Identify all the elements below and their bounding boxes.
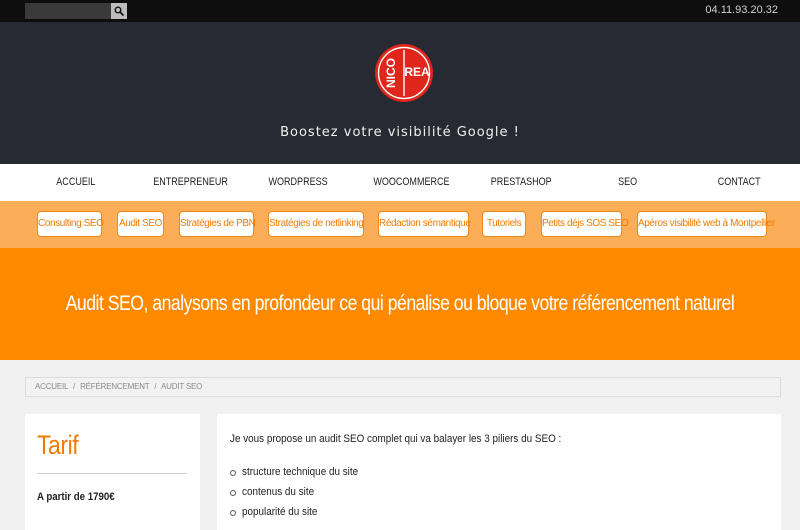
seo-pillars-list: structure technique du site contenus du …	[230, 466, 371, 526]
pricing-title: Tarif	[37, 430, 86, 461]
search-input[interactable]	[25, 3, 111, 19]
nav-item-contact[interactable]: CONTACT	[718, 164, 761, 201]
breadcrumb-item-referencement[interactable]: RÉFÉRENCEMENT	[80, 382, 149, 391]
search-button[interactable]	[111, 3, 127, 19]
subnav-redaction-semantique[interactable]: Rédaction sémantique	[378, 211, 471, 237]
nav-item-seo[interactable]: SEO	[618, 164, 637, 201]
bullet-icon	[230, 470, 236, 476]
breadcrumb-separator: /	[154, 382, 157, 391]
pricing-divider	[37, 473, 187, 474]
pricing-value: A partir de 1790€	[37, 491, 115, 503]
subnav-tutoriels[interactable]: Tutoriels	[482, 211, 526, 237]
list-item-text: popularité du site	[242, 506, 318, 518]
subnav-aperos-visibilite[interactable]: Apéros visibilité web à Montpellier	[637, 211, 775, 237]
page-title-text: Audit SEO, analysons en profondeur ce qu…	[65, 292, 735, 315]
hero-banner: Audit SEO, analysons en profondeur ce qu…	[0, 248, 800, 360]
main-nav: ACCUEIL ENTREPRENEUR WORDPRESS WOOCOMMER…	[0, 164, 800, 201]
pricing-card: Tarif A partir de 1790€	[25, 414, 200, 530]
breadcrumb: ACCUEIL / RÉFÉRENCEMENT / AUDIT SEO	[25, 377, 781, 397]
breadcrumb-trail: ACCUEIL / RÉFÉRENCEMENT / AUDIT SEO	[35, 382, 202, 391]
list-item: popularité du site	[230, 506, 371, 526]
content-intro: Je vous propose un audit SEO complet qui…	[230, 433, 562, 445]
site-header: NICO REA Boostez votre visibilité Google…	[0, 22, 800, 164]
nav-item-entrepreneur[interactable]: ENTREPRENEUR	[153, 164, 228, 201]
site-tagline: Boostez votre visibilité Google !	[280, 125, 520, 140]
bullet-icon	[230, 490, 236, 496]
breadcrumb-item-current: AUDIT SEO	[161, 382, 203, 391]
logo-text-right: REA	[404, 65, 430, 79]
pricing-title-text: Tarif	[37, 430, 79, 460]
list-item: structure technique du site	[230, 466, 371, 486]
top-bar: 04.11.93.20.32	[0, 0, 800, 22]
nav-item-woocommerce[interactable]: WOOCOMMERCE	[373, 164, 449, 201]
phone-number[interactable]: 04.11.93.20.32	[705, 4, 778, 16]
list-item-text: structure technique du site	[242, 466, 359, 478]
subnav-strategies-netlinking[interactable]: Stratégies de netlinking	[268, 211, 364, 237]
subnav-consulting-seo[interactable]: Consulting SEO	[37, 211, 104, 237]
list-item: contenus du site	[230, 486, 371, 506]
list-item-text: contenus du site	[242, 486, 315, 498]
page-title: Audit SEO, analysons en profondeur ce qu…	[0, 292, 800, 316]
subnav-audit-seo[interactable]: Audit SEO	[117, 211, 164, 237]
subnav-petits-dejs[interactable]: Petits déjs SOS SEO	[541, 211, 629, 237]
search-icon	[114, 6, 124, 16]
subnav-strategies-pbn[interactable]: Stratégies de PBN	[179, 211, 256, 237]
nav-item-accueil[interactable]: ACCUEIL	[56, 164, 95, 201]
site-logo[interactable]: NICO REA	[374, 42, 434, 104]
breadcrumb-item-accueil[interactable]: ACCUEIL	[35, 382, 68, 391]
search-form	[25, 3, 127, 19]
content-card: Je vous propose un audit SEO complet qui…	[217, 414, 781, 530]
nav-item-wordpress[interactable]: WORDPRESS	[268, 164, 327, 201]
bullet-icon	[230, 510, 236, 516]
nav-item-prestashop[interactable]: PRESTASHOP	[491, 164, 552, 201]
logo-text-left: NICO	[384, 58, 398, 88]
breadcrumb-separator: /	[73, 382, 76, 391]
seo-sub-nav: Consulting SEO Audit SEO Stratégies de P…	[0, 201, 800, 248]
